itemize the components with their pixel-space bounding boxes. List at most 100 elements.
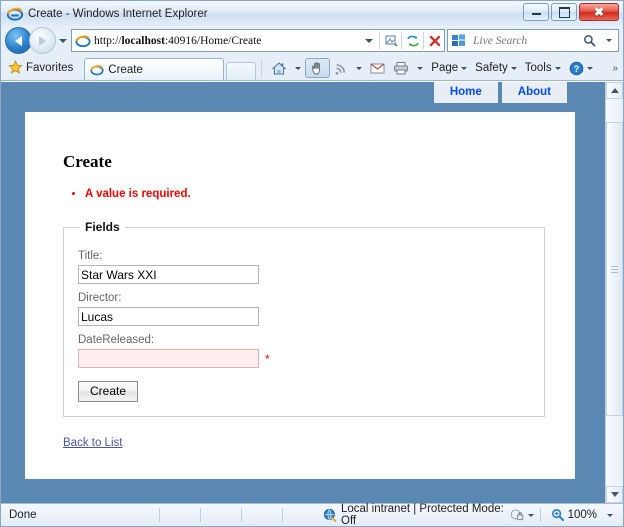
zoom-magnifier-icon bbox=[551, 508, 564, 521]
scroll-up-button[interactable] bbox=[606, 82, 623, 99]
page-menu-button[interactable]: Page bbox=[427, 58, 471, 78]
validation-summary: A value is required. bbox=[63, 186, 553, 202]
chevron-down-icon bbox=[527, 513, 534, 517]
favorites-label: Favorites bbox=[26, 61, 74, 74]
chevron-down-icon bbox=[610, 492, 619, 497]
status-right-controls: 100% bbox=[506, 508, 623, 522]
new-tab-button[interactable] bbox=[226, 62, 257, 80]
nav-link-home[interactable]: Home bbox=[433, 82, 498, 103]
stop-icon bbox=[429, 35, 440, 46]
title-input[interactable] bbox=[78, 265, 259, 285]
help-icon: ? bbox=[569, 61, 583, 75]
web-page: Home About Create A value is required. F… bbox=[1, 82, 605, 503]
chevron-down-icon bbox=[356, 66, 363, 70]
scrollbar-thumb[interactable] bbox=[606, 122, 623, 417]
privacy-lock-icon bbox=[510, 509, 523, 521]
mail-button[interactable] bbox=[366, 58, 389, 78]
address-input[interactable]: http://localhost:40916/Home/Create bbox=[71, 29, 445, 52]
chevron-down-icon bbox=[586, 66, 593, 70]
zoom-button[interactable]: 100% bbox=[547, 508, 601, 522]
create-submit-button[interactable]: Create bbox=[78, 381, 139, 403]
field-label-director: Director: bbox=[78, 292, 122, 305]
compatibility-view-button[interactable] bbox=[381, 34, 400, 48]
favorites-button[interactable]: Favorites bbox=[4, 57, 80, 78]
title-bar: Create - Windows Internet Explorer ✖ bbox=[1, 1, 623, 26]
back-button[interactable] bbox=[5, 27, 32, 54]
field-label-title: Title: bbox=[78, 250, 103, 263]
window-title: Create - Windows Internet Explorer bbox=[28, 7, 208, 20]
printer-icon bbox=[394, 62, 409, 75]
address-text: http://localhost:40916/Home/Create bbox=[94, 34, 262, 47]
director-input[interactable] bbox=[78, 307, 259, 327]
zoom-level-text: 100% bbox=[567, 509, 597, 521]
datereleased-input[interactable] bbox=[78, 349, 259, 369]
back-to-list-link[interactable]: Back to List bbox=[63, 437, 122, 449]
back-arrow-icon bbox=[15, 35, 22, 46]
rss-icon bbox=[335, 64, 346, 75]
help-menu-button[interactable]: ? bbox=[565, 58, 597, 78]
status-text: Done bbox=[9, 509, 37, 521]
print-dropdown-button[interactable] bbox=[413, 58, 427, 78]
chevron-up-icon bbox=[610, 88, 619, 93]
chevron-down-icon bbox=[58, 38, 67, 43]
fieldset-legend: Fields bbox=[85, 220, 120, 235]
zoom-dropdown-button[interactable] bbox=[603, 513, 617, 517]
status-bar: Done Local intranet | Protected Mode: Of… bbox=[1, 503, 623, 527]
home-button[interactable] bbox=[267, 58, 291, 78]
scroll-down-button[interactable] bbox=[606, 486, 623, 503]
chevron-down-icon bbox=[510, 66, 517, 70]
divider bbox=[261, 60, 263, 78]
page-viewport: Home About Create A value is required. F… bbox=[1, 81, 623, 503]
stop-button[interactable] bbox=[425, 34, 444, 48]
address-dropdown-button[interactable] bbox=[359, 38, 378, 43]
feeds-button[interactable] bbox=[330, 58, 352, 78]
overflow-chevron-icon[interactable]: » bbox=[612, 63, 620, 74]
close-icon: ✖ bbox=[593, 5, 605, 19]
search-input[interactable]: Live Search bbox=[447, 29, 619, 52]
maximize-button[interactable] bbox=[551, 3, 577, 21]
security-zone[interactable]: Local intranet | Protected Mode: Off bbox=[323, 503, 506, 527]
nav-link-about[interactable]: About bbox=[501, 82, 567, 103]
required-marker-icon: * bbox=[265, 351, 270, 366]
site-navigation: Home About bbox=[430, 82, 567, 103]
window-controls: ✖ bbox=[523, 3, 619, 21]
chevron-down-icon bbox=[607, 513, 613, 517]
tools-menu-button[interactable]: Tools bbox=[521, 58, 565, 78]
safety-menu-button[interactable]: Safety bbox=[471, 58, 521, 78]
scrollbar-track[interactable] bbox=[606, 99, 623, 486]
field-row-datereleased: DateReleased: * bbox=[78, 334, 530, 369]
validation-message: A value is required. bbox=[85, 186, 553, 202]
print-button[interactable] bbox=[389, 58, 413, 78]
privacy-button[interactable] bbox=[506, 508, 538, 522]
search-go-button[interactable] bbox=[580, 34, 599, 47]
divider bbox=[423, 32, 424, 49]
command-bar-items: Page Safety Tools ? » bbox=[267, 58, 620, 78]
content-card: Create A value is required. Fields Title… bbox=[25, 112, 575, 480]
intranet-icon bbox=[323, 508, 337, 522]
star-icon bbox=[8, 60, 23, 74]
tools-menu-label: Tools bbox=[524, 62, 552, 74]
ie-logo-icon bbox=[90, 64, 104, 75]
feeds-dropdown-button[interactable] bbox=[352, 58, 366, 78]
tab-label: Create bbox=[108, 63, 143, 76]
forward-button[interactable] bbox=[29, 27, 56, 54]
refresh-icon bbox=[406, 35, 419, 46]
vertical-scrollbar[interactable] bbox=[605, 82, 623, 503]
search-provider-dropdown[interactable] bbox=[599, 39, 618, 42]
field-label-datereleased: DateReleased: bbox=[78, 334, 155, 347]
site-header: Home About bbox=[1, 82, 605, 104]
minimize-button[interactable] bbox=[523, 3, 549, 21]
refresh-button[interactable] bbox=[403, 34, 422, 48]
minimize-icon bbox=[531, 10, 541, 15]
ie-logo-icon bbox=[7, 6, 23, 22]
security-zone-text: Local intranet | Protected Mode: Off bbox=[341, 503, 504, 527]
forward-arrow-icon bbox=[39, 35, 46, 46]
home-dropdown-button[interactable] bbox=[291, 58, 305, 78]
browser-window: Create - Windows Internet Explorer ✖ htt… bbox=[0, 0, 624, 527]
page-menu-label: Page bbox=[431, 62, 459, 74]
browser-tab-create[interactable]: Create bbox=[84, 58, 225, 80]
close-button[interactable]: ✖ bbox=[579, 3, 619, 21]
search-icon bbox=[584, 35, 596, 47]
recent-pages-dropdown[interactable] bbox=[56, 38, 69, 43]
caret-browsing-button[interactable] bbox=[305, 58, 331, 78]
